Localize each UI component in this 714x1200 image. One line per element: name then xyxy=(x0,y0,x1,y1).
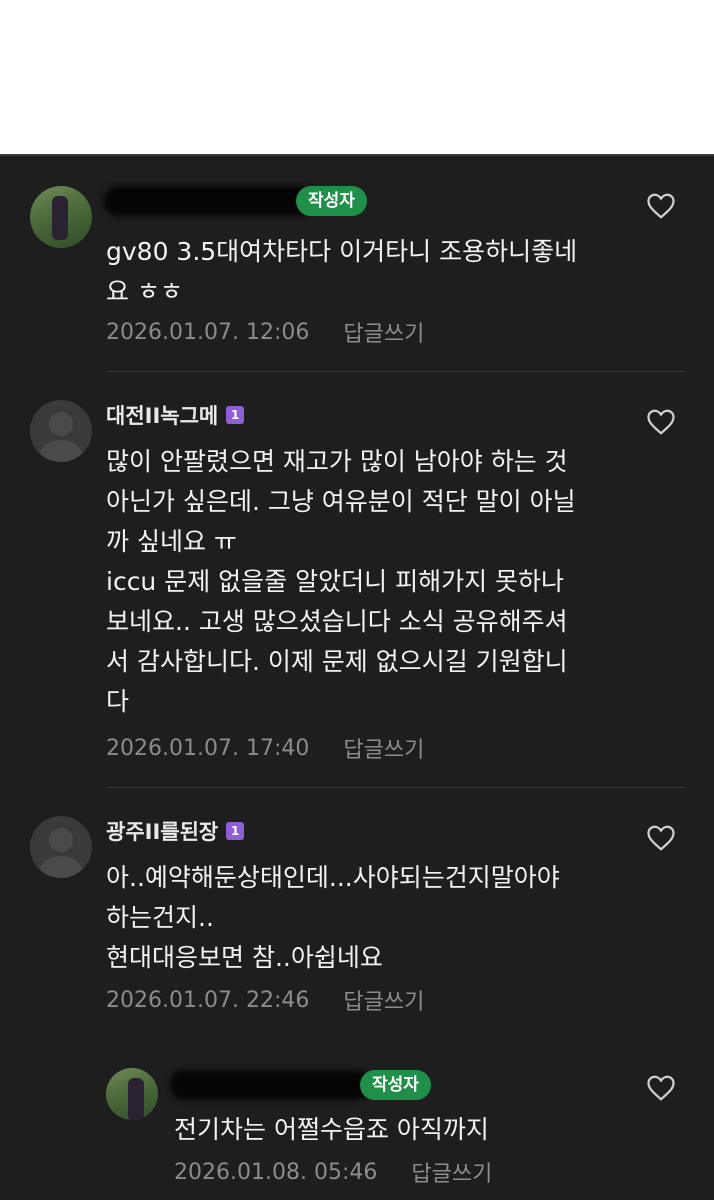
avatar[interactable] xyxy=(30,816,92,878)
avatar[interactable] xyxy=(106,1068,158,1120)
reply-button[interactable]: 답글쓰기 xyxy=(343,316,424,348)
comment-text: 아..예약해둔상태인데...사야되는건지말아야 하는건지.. 현대대응보면 참.… xyxy=(106,863,560,972)
author-badge: 작성자 xyxy=(296,186,367,216)
reply-button[interactable]: 답글쓰기 xyxy=(343,732,424,764)
author-badge: 작성자 xyxy=(360,1070,431,1100)
avatar[interactable] xyxy=(30,186,92,248)
nickname[interactable]: 대전II녹그메 xyxy=(106,400,218,430)
comment-meta: 2026.01.07. 22:46 답글쓰기 xyxy=(106,984,424,1016)
comment-date: 2026.01.07. 22:46 xyxy=(106,987,310,1013)
redacted-nickname xyxy=(104,186,314,216)
avatar[interactable] xyxy=(30,400,92,462)
comment-text: 전기차는 어쩔수읍죠 아직까지 xyxy=(174,1115,489,1144)
nickname-row: 대전II녹그메 1 xyxy=(106,400,245,430)
heart-outline-icon[interactable] xyxy=(646,824,676,852)
heart-outline-icon[interactable] xyxy=(646,192,676,220)
comment-text: gv80 3.5대여차타다 이거타니 조용하니좋네 요 ㅎㅎ xyxy=(106,237,578,306)
comment-date: 2026.01.07. 12:06 xyxy=(106,319,310,345)
divider xyxy=(106,371,686,372)
level-badge: 1 xyxy=(226,822,245,840)
redacted-nickname xyxy=(170,1070,370,1100)
nickname[interactable]: 광주II를된장 xyxy=(106,816,218,846)
comment-meta: 2026.01.07. 12:06 답글쓰기 xyxy=(106,316,424,348)
divider xyxy=(106,787,686,788)
blank-header-area xyxy=(0,0,714,154)
heart-outline-icon[interactable] xyxy=(646,408,676,436)
comment-date: 2026.01.07. 17:40 xyxy=(106,735,310,761)
comment-meta: 2026.01.08. 05:46 답글쓰기 xyxy=(174,1156,492,1188)
level-badge: 1 xyxy=(226,406,245,424)
comment-list: 작성자 gv80 3.5대여차타다 이거타니 조용하니좋네 요 ㅎㅎ 2026.… xyxy=(0,154,714,1200)
reply-button[interactable]: 답글쓰기 xyxy=(343,984,424,1016)
comment-text: 많이 안팔렸으면 재고가 많이 남아야 하는 것 아닌가 싶은데. 그냥 여유분… xyxy=(106,447,576,716)
heart-outline-icon[interactable] xyxy=(646,1074,676,1102)
comment-date: 2026.01.08. 05:46 xyxy=(174,1159,378,1185)
reply-button[interactable]: 답글쓰기 xyxy=(411,1156,492,1188)
nickname-row: 광주II를된장 1 xyxy=(106,816,245,846)
comment-meta: 2026.01.07. 17:40 답글쓰기 xyxy=(106,732,424,764)
